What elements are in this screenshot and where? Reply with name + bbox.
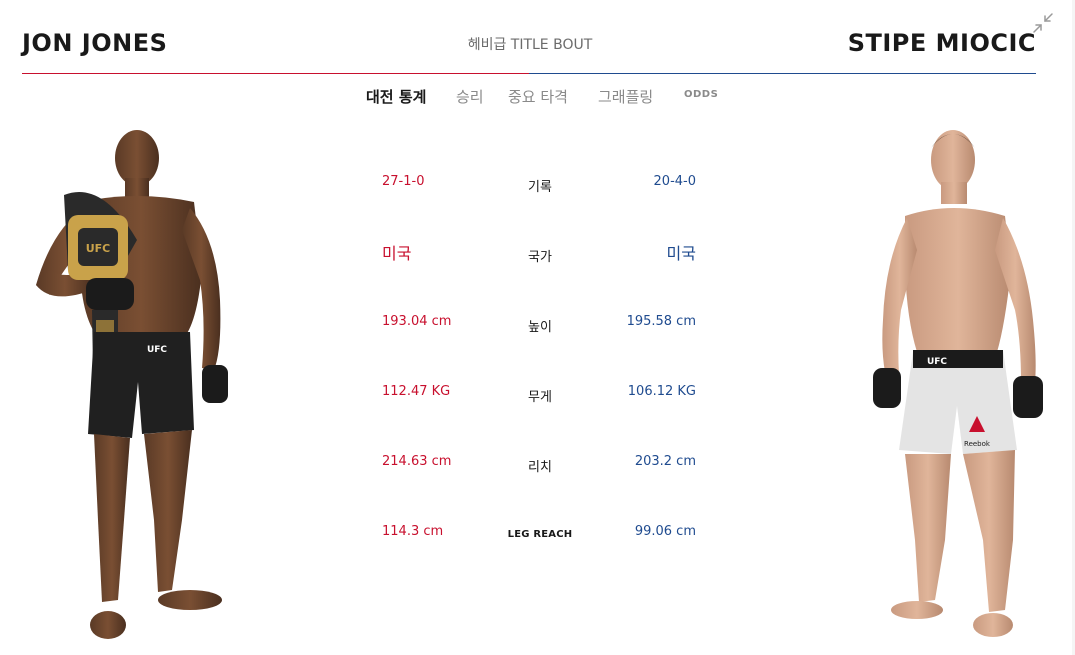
stat-row-leg-reach: 114.3 cm LEG REACH 99.06 cm bbox=[360, 510, 720, 550]
stat-country-label: 국가 bbox=[528, 250, 552, 265]
stat-leg-reach-left: 114.3 cm bbox=[382, 524, 444, 539]
stat-height-label: 높이 bbox=[528, 320, 552, 335]
shorts-ufc-logo-right: UFC bbox=[927, 357, 947, 367]
tab-fight-stats[interactable]: 대전 통계 bbox=[366, 86, 426, 108]
tab-significant-strikes[interactable]: 중요 타격 bbox=[508, 86, 568, 108]
stat-weight-left: 112.47 KG bbox=[382, 384, 451, 399]
stat-reach-label: 리치 bbox=[528, 460, 552, 475]
belt-ufc-logo: UFC bbox=[86, 242, 111, 255]
shorts-ufc-logo-left: UFC bbox=[147, 345, 167, 355]
stat-row-weight: 112.47 KG 무게 106.12 KG bbox=[360, 370, 720, 410]
tab-wins[interactable]: 승리 bbox=[456, 86, 484, 108]
collapse-arrows-icon[interactable] bbox=[1032, 12, 1054, 34]
tab-odds[interactable]: ODDS bbox=[684, 84, 718, 106]
stat-row-reach: 214.63 cm 리치 203.2 cm bbox=[360, 440, 720, 480]
stat-reach-left: 214.63 cm bbox=[382, 454, 452, 469]
stat-leg-reach-label: LEG REACH bbox=[507, 529, 573, 540]
stat-height-right: 195.58 cm bbox=[626, 314, 696, 329]
stat-height-left: 193.04 cm bbox=[382, 314, 452, 329]
stat-row-record: 27-1-0 기록 20-4-0 bbox=[360, 160, 720, 200]
stat-weight-right: 106.12 KG bbox=[627, 384, 696, 399]
fighter-image-right: UFC Reebok bbox=[865, 120, 1055, 645]
stat-record-label: 기록 bbox=[528, 180, 552, 195]
matchup-card: JON JONES 헤비급 TITLE BOUT STIPE MIOCIC 대전… bbox=[0, 0, 1072, 655]
stat-country-left: 미국 bbox=[382, 244, 412, 263]
stat-record-left: 27-1-0 bbox=[382, 174, 425, 189]
bout-title: 헤비급 TITLE BOUT bbox=[467, 37, 593, 53]
stat-weight-label: 무게 bbox=[528, 390, 552, 405]
stat-reach-right: 203.2 cm bbox=[634, 454, 696, 469]
stats-table: 27-1-0 기록 20-4-0 미국 국가 미국 193.04 cm 높이 1… bbox=[360, 150, 720, 570]
stats-tabs: 대전 통계 승리 중요 타격 그래플링 ODDS bbox=[340, 86, 760, 112]
stat-record-right: 20-4-0 bbox=[653, 174, 696, 189]
stat-leg-reach-right: 99.06 cm bbox=[634, 524, 696, 539]
stat-row-country: 미국 국가 미국 bbox=[360, 230, 720, 270]
fighter-name-right[interactable]: STIPE MIOCIC bbox=[848, 28, 1036, 58]
tab-grappling[interactable]: 그래플링 bbox=[598, 86, 653, 108]
corner-divider bbox=[22, 73, 1036, 74]
fighter-image-left: UFC UFC bbox=[22, 120, 242, 645]
fighter-name-left[interactable]: JON JONES bbox=[22, 28, 167, 58]
shorts-sponsor-logo: Reebok bbox=[964, 440, 991, 448]
stat-row-height: 193.04 cm 높이 195.58 cm bbox=[360, 300, 720, 340]
stat-country-right: 미국 bbox=[666, 244, 696, 263]
